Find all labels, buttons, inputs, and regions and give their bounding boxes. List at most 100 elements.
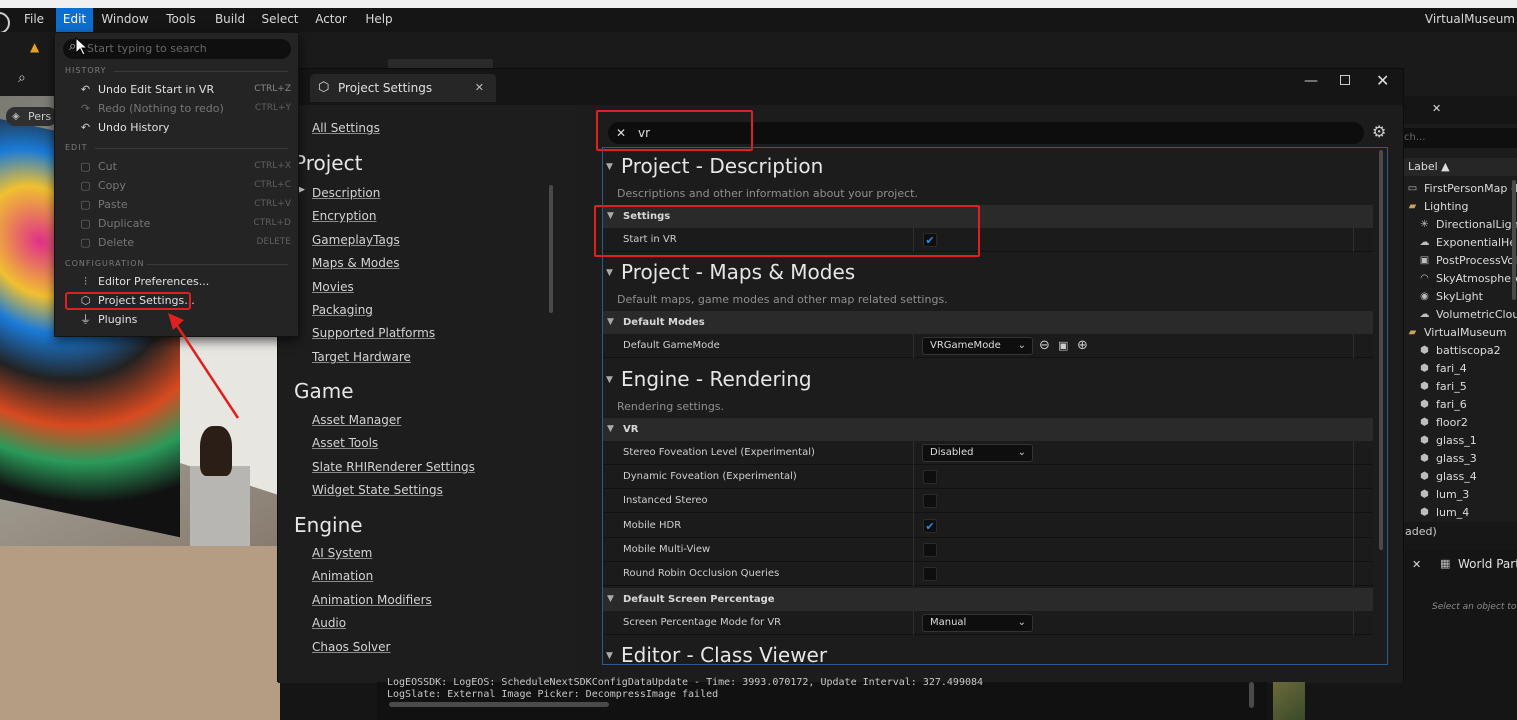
- nav-maps-modes[interactable]: Maps & Modes: [312, 256, 400, 270]
- warning-icon[interactable]: ▲: [30, 40, 39, 54]
- outliner-row[interactable]: ⬢ glass_1: [1404, 432, 1517, 450]
- wp-close-icon[interactable]: ✕: [1412, 558, 1421, 571]
- outliner-search-input[interactable]: ch...: [1404, 128, 1517, 148]
- group-header-screen-percentage[interactable]: ▼ Default Screen Percentage: [603, 588, 1373, 611]
- group-arrow-icon: ▼: [607, 594, 614, 604]
- outliner-row[interactable]: ☁ VolumetricCloud: [1404, 306, 1517, 324]
- outliner-row[interactable]: ▰ Lighting: [1404, 198, 1517, 216]
- nav-description[interactable]: Description: [312, 186, 380, 200]
- outliner-label: ExponentialHeig: [1436, 236, 1517, 249]
- outliner-row[interactable]: ⬢ fari_5: [1404, 378, 1517, 396]
- outliner-row[interactable]: ◠ SkyAtmosphere: [1404, 270, 1517, 288]
- outliner-row[interactable]: ◉ SkyLight: [1404, 288, 1517, 306]
- maximize-icon[interactable]: [1340, 75, 1350, 85]
- nav-animation-modifiers[interactable]: Animation Modifiers: [312, 593, 432, 607]
- mobile-hdr-checkbox[interactable]: ✔: [923, 519, 937, 533]
- collapse-arrow-icon[interactable]: ▼: [606, 375, 613, 385]
- outliner-row[interactable]: ⬢ glass_4: [1404, 468, 1517, 486]
- outliner-row[interactable]: ▭ FirstPersonMap (Ed: [1404, 180, 1517, 198]
- stereo-foveation-dropdown[interactable]: Disabled ⌄: [922, 444, 1033, 462]
- menu-item-undo-history[interactable]: ↶ Undo History: [67, 118, 291, 137]
- nav-movies[interactable]: Movies: [312, 280, 354, 294]
- outliner-row[interactable]: ⬢ lum_3: [1404, 486, 1517, 504]
- nav-gameplaytags[interactable]: GameplayTags: [312, 233, 400, 247]
- outliner-row[interactable]: ⬢ floor2: [1404, 414, 1517, 432]
- collapse-arrow-icon[interactable]: ▼: [606, 651, 613, 661]
- outliner-row[interactable]: ⬢ fari_6: [1404, 396, 1517, 414]
- outliner-row[interactable]: ✳ DirectionalLight: [1404, 216, 1517, 234]
- menu-actor[interactable]: Actor: [311, 8, 351, 32]
- prop-mobile-hdr: Mobile HDR ✔: [603, 514, 1373, 538]
- menu-file[interactable]: File: [18, 8, 50, 32]
- browse-folder-icon[interactable]: ▣: [1058, 334, 1068, 358]
- menu-search-input[interactable]: Start typing to search: [63, 39, 291, 59]
- round-robin-checkbox[interactable]: [923, 567, 937, 581]
- menu-item-editor-preferences[interactable]: ⫶ Editor Preferences...: [67, 272, 291, 291]
- dynamic-foveation-checkbox[interactable]: [923, 470, 937, 484]
- nav-slate-rhi[interactable]: Slate RHIRenderer Settings: [312, 460, 475, 474]
- menu-build[interactable]: Build: [210, 8, 250, 32]
- default-gamemode-dropdown[interactable]: VRGameMode ⌄: [922, 337, 1033, 355]
- collapse-arrow-icon[interactable]: ▼: [606, 268, 613, 278]
- log-hscrollbar[interactable]: [389, 702, 609, 707]
- perspective-button[interactable]: ◈ Pers: [6, 107, 58, 126]
- menu-select[interactable]: Select: [258, 8, 302, 32]
- nav-target-hardware[interactable]: Target Hardware: [312, 350, 411, 364]
- instanced-stereo-checkbox[interactable]: [923, 494, 937, 508]
- category-desc: Default maps, game modes and other map r…: [617, 293, 948, 306]
- settings-gear-icon[interactable]: ⚙: [1372, 122, 1386, 141]
- add-icon[interactable]: ⊕: [1077, 334, 1088, 358]
- mobile-multiview-checkbox[interactable]: [923, 543, 937, 557]
- nav-all-settings[interactable]: All Settings: [312, 121, 380, 135]
- project-settings-tab[interactable]: ⬡ Project Settings ✕: [310, 74, 496, 102]
- nav-scrollbar[interactable]: [549, 185, 553, 313]
- prop-instanced-stereo: Instanced Stereo: [603, 489, 1373, 513]
- collapse-arrow-icon[interactable]: ▼: [606, 162, 613, 172]
- nav-asset-manager[interactable]: Asset Manager: [312, 413, 401, 427]
- outliner-row[interactable]: ▣ PostProcessVol: [1404, 252, 1517, 270]
- menu-tools[interactable]: Tools: [160, 8, 202, 32]
- cloud-icon: ☁: [1419, 309, 1430, 320]
- outliner-close-icon[interactable]: ✕: [1432, 102, 1441, 115]
- mesh-icon: ⬢: [1420, 435, 1429, 446]
- outliner-row[interactable]: ⬢ fari_4: [1404, 360, 1517, 378]
- outliner-row[interactable]: ⬢ lum_4: [1404, 504, 1517, 522]
- screen-percentage-dropdown[interactable]: Manual ⌄: [922, 614, 1033, 632]
- menu-item-shortcut: CTRL+V: [254, 199, 291, 209]
- outliner-row[interactable]: ▰ VirtualMuseum: [1404, 324, 1517, 342]
- use-selected-icon[interactable]: ⊖: [1039, 334, 1050, 358]
- mesh-icon: ⬢: [1420, 471, 1429, 482]
- outliner-row[interactable]: ☁ ExponentialHeig: [1404, 234, 1517, 252]
- menu-item-undo-edit-start-in-vr[interactable]: ↶ Undo Edit Start in VR CTRL+Z: [67, 80, 291, 99]
- world-partition-tab[interactable]: ▦ World Parti: [1434, 554, 1517, 574]
- tab-title: Project Settings: [338, 81, 433, 95]
- group-header-default-modes[interactable]: ▼ Default Modes: [603, 311, 1373, 334]
- nav-audio[interactable]: Audio: [312, 616, 346, 630]
- outliner-row[interactable]: ⬢ glass_3: [1404, 450, 1517, 468]
- tab-close-icon[interactable]: ✕: [475, 74, 484, 102]
- nav-widget-state[interactable]: Widget State Settings: [312, 483, 443, 497]
- nav-animation[interactable]: Animation: [312, 569, 373, 583]
- app-logo[interactable]: [0, 12, 10, 34]
- minimize-icon[interactable]: —: [1304, 73, 1318, 89]
- log-line: LogEOSSDK: LogEOS: ScheduleNextSDKConfig…: [387, 677, 984, 688]
- nav-chaos-solver[interactable]: Chaos Solver: [312, 640, 390, 654]
- nav-packaging[interactable]: Packaging: [312, 303, 373, 317]
- details-scrollbar[interactable]: [1379, 150, 1383, 550]
- prop-dynamic-foveation: Dynamic Foveation (Experimental): [603, 465, 1373, 489]
- menu-window[interactable]: Window: [98, 8, 152, 32]
- group-header-vr[interactable]: ▼ VR: [603, 418, 1373, 441]
- outliner-scrollbar[interactable]: [1512, 180, 1516, 300]
- menu-help[interactable]: Help: [360, 8, 398, 32]
- log-vscrollbar[interactable]: [1249, 682, 1254, 708]
- outliner-row[interactable]: ⬢ battiscopa2: [1404, 342, 1517, 360]
- nav-asset-tools[interactable]: Asset Tools: [312, 436, 378, 450]
- outliner-column-header[interactable]: Label ▲: [1404, 158, 1517, 176]
- browse-icon[interactable]: ⌕: [18, 70, 26, 86]
- menu-edit[interactable]: Edit: [56, 8, 93, 32]
- nav-supported-platforms[interactable]: Supported Platforms: [312, 326, 435, 340]
- close-window-icon[interactable]: ✕: [1376, 71, 1389, 90]
- nav-ai-system[interactable]: AI System: [312, 546, 372, 560]
- floor: [0, 546, 280, 720]
- nav-encryption[interactable]: Encryption: [312, 209, 376, 223]
